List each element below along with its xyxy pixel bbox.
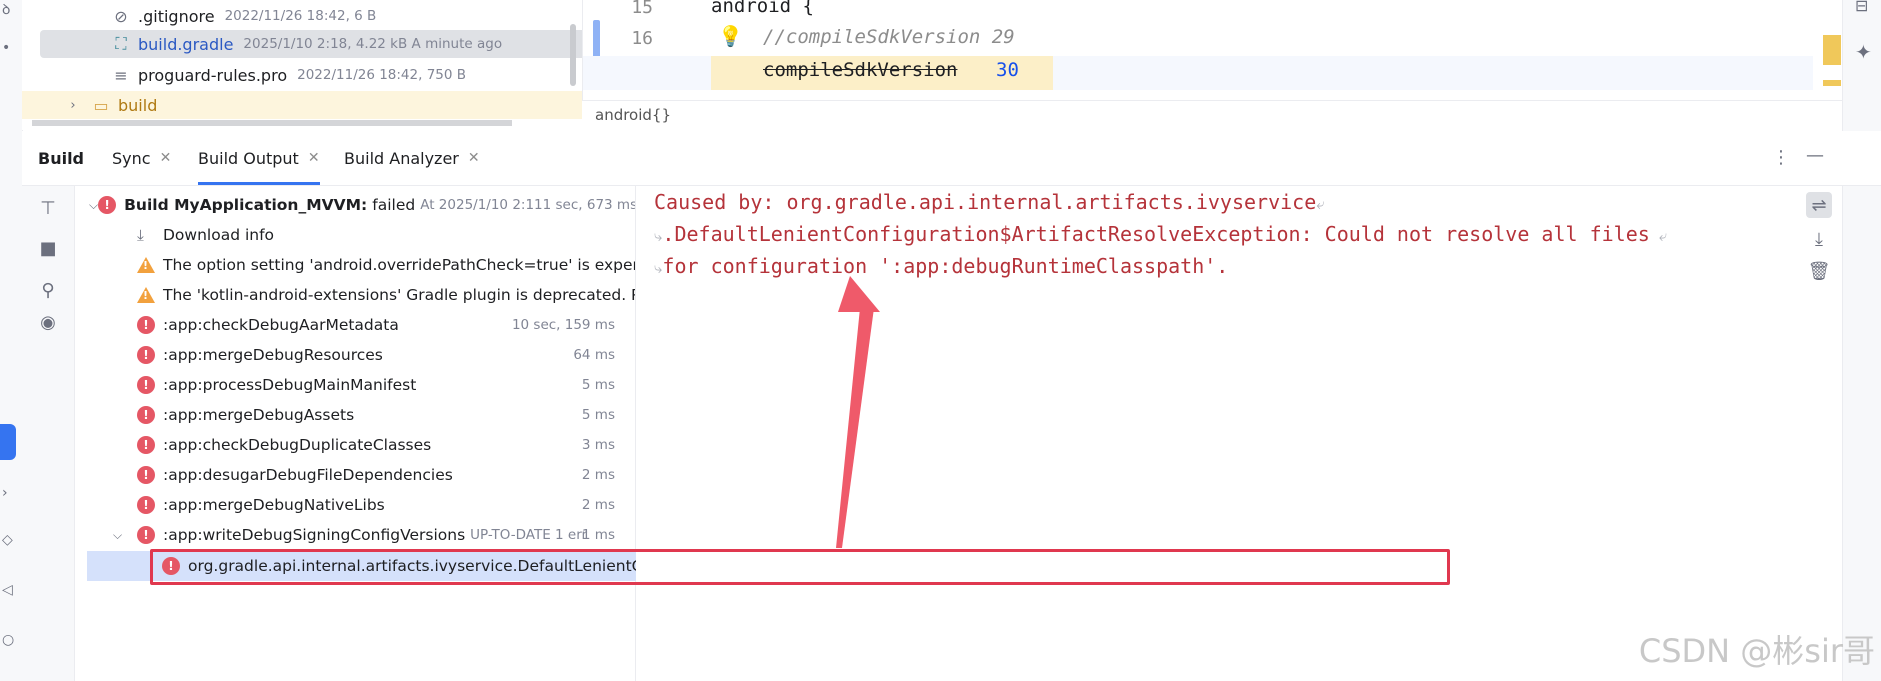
console-line: ⤷for configuration ':app:debugRuntimeCla… bbox=[654, 254, 1229, 278]
watermark: CSDN @彬sir哥 bbox=[1638, 632, 1875, 670]
vertical-scrollbar[interactable] bbox=[570, 24, 576, 86]
build-tool-window-header: Build Sync ✕ Build Output ✕ Build Analyz… bbox=[22, 131, 1881, 186]
task-node[interactable]: ! :app:desugarDebugFileDependencies 2 ms bbox=[137, 460, 635, 490]
tab-sync[interactable]: Sync ✕ bbox=[112, 131, 171, 185]
file-meta: 2025/1/10 2:18, 4.22 kB A minute ago bbox=[243, 36, 503, 52]
tab-build-analyzer[interactable]: Build Analyzer ✕ bbox=[344, 131, 480, 185]
file-name: build.gradle bbox=[138, 34, 234, 54]
task-node[interactable]: ! :app:mergeDebugNativeLibs 2 ms bbox=[137, 490, 635, 520]
error-icon: ! bbox=[137, 316, 155, 334]
task-node[interactable]: ! :app:checkDebugDuplicateClasses 3 ms bbox=[137, 430, 635, 460]
task-node[interactable]: ! :app:checkDebugAarMetadata 10 sec, 159… bbox=[137, 310, 635, 340]
task-node-expanded[interactable]: ⌵ ! :app:writeDebugSigningConfigVersions… bbox=[113, 520, 635, 550]
problems-icon[interactable]: ○ bbox=[2, 632, 14, 648]
console-line: Caused by: org.gradle.api.internal.artif… bbox=[654, 190, 1325, 214]
text-file-icon: ≡ bbox=[114, 65, 128, 85]
breadcrumb-bar: android{} bbox=[582, 100, 1842, 132]
chevron-down-icon[interactable]: ⌵ bbox=[89, 198, 98, 213]
chevron-right-icon[interactable]: › bbox=[62, 94, 84, 116]
scroll-to-end-icon[interactable]: ⤓ bbox=[1806, 226, 1832, 252]
lightbulb-icon[interactable]: 💡 bbox=[718, 24, 743, 48]
file-name: proguard-rules.pro bbox=[138, 65, 288, 85]
tree-file-build-gradle[interactable]: ⛶ build.gradle 2025/1/10 2:18, 4.22 kB A… bbox=[40, 30, 588, 58]
breadcrumb[interactable]: android{} bbox=[595, 106, 671, 124]
right-tool-strip: ⊟ ✦ bbox=[1842, 0, 1881, 681]
tree-file-proguard[interactable]: ≡ proguard-rules.pro 2022/11/26 18:42, 7… bbox=[110, 61, 466, 89]
console-output[interactable]: Caused by: org.gradle.api.internal.artif… bbox=[636, 186, 1796, 681]
minimize-icon[interactable]: — bbox=[1806, 145, 1824, 166]
logcat-icon[interactable]: ◁ bbox=[2, 582, 13, 598]
warning-icon: ! bbox=[137, 287, 155, 303]
console-line: ⤷.DefaultLenientConfiguration$ArtifactRe… bbox=[654, 222, 1668, 246]
close-icon[interactable]: ✕ bbox=[160, 150, 172, 166]
code-comment: //compileSdkVersion 29 bbox=[763, 26, 1015, 48]
tree-file-gitignore[interactable]: ⊘ .gitignore 2022/11/26 18:42, 6 B bbox=[110, 2, 376, 30]
soft-wrap-toggle-icon[interactable]: ⇌ bbox=[1806, 192, 1832, 218]
file-name: .gitignore bbox=[138, 6, 215, 26]
build-window-title: Build bbox=[38, 148, 85, 168]
code-editor[interactable]: 15 16 17 android { 💡 //compileSdkVersion… bbox=[582, 0, 1843, 100]
left-tool-strip: ꝺ • › ◇ ◁ ○ bbox=[0, 0, 23, 681]
warning-icon: ! bbox=[137, 257, 155, 273]
more-options-icon[interactable]: ⋮ bbox=[1772, 147, 1790, 168]
pin-icon[interactable]: ⚲ bbox=[36, 278, 60, 302]
warning-node[interactable]: ! The 'kotlin-android-extensions' Gradle… bbox=[137, 280, 635, 310]
line-number: 15 bbox=[631, 0, 653, 18]
run-icon[interactable]: › bbox=[2, 485, 8, 501]
error-icon: ! bbox=[137, 376, 155, 394]
ai-assistant-icon[interactable]: ✦ bbox=[1855, 40, 1872, 64]
code-deprecated: compileSdkVersion bbox=[763, 59, 958, 81]
eye-icon[interactable]: ◉ bbox=[36, 310, 60, 334]
annotation-box bbox=[150, 549, 1450, 585]
error-icon: ! bbox=[137, 526, 155, 544]
error-icon: ! bbox=[137, 346, 155, 364]
notifications-icon[interactable]: ⊟ bbox=[1855, 0, 1868, 15]
tab-build-output[interactable]: Build Output ✕ bbox=[198, 131, 320, 185]
build-root-node[interactable]: ⌵ ! Build MyApplication_MVVM: failed At … bbox=[89, 190, 635, 220]
hammer-icon[interactable]: ⊤ bbox=[36, 196, 60, 220]
more-dots-icon[interactable]: • bbox=[2, 40, 10, 56]
error-stripe-marker[interactable] bbox=[1823, 35, 1841, 65]
task-node[interactable]: ! :app:processDebugMainManifest 5 ms bbox=[137, 370, 635, 400]
folder-icon: ▭ bbox=[93, 95, 109, 115]
chevron-down-icon[interactable]: ⌵ bbox=[113, 528, 137, 543]
error-icon: ! bbox=[137, 466, 155, 484]
active-tool-indicator[interactable] bbox=[0, 424, 16, 460]
horizontal-scrollbar[interactable] bbox=[32, 120, 512, 126]
project-tree: ⊘ .gitignore 2022/11/26 18:42, 6 B ⛶ bui… bbox=[22, 0, 588, 130]
task-node[interactable]: ! :app:mergeDebugAssets 5 ms bbox=[137, 400, 635, 430]
error-icon: ! bbox=[137, 496, 155, 514]
close-icon[interactable]: ✕ bbox=[468, 150, 480, 166]
file-meta: 2022/11/26 18:42, 750 B bbox=[297, 67, 467, 83]
warning-node[interactable]: ! The option setting 'android.overridePa… bbox=[137, 250, 635, 280]
git-icon[interactable]: ◇ bbox=[2, 532, 13, 548]
file-meta: 2022/11/26 18:42, 6 B bbox=[224, 8, 377, 24]
console-toolbar: ⇌ ⤓ 🗑 bbox=[1796, 186, 1842, 681]
trash-icon[interactable]: 🗑 bbox=[1806, 258, 1832, 284]
error-icon: ! bbox=[137, 436, 155, 454]
error-stripe-marker[interactable] bbox=[1823, 80, 1841, 86]
soft-wrap-icon: ⤶ bbox=[1316, 195, 1325, 213]
close-icon[interactable]: ✕ bbox=[308, 150, 320, 166]
build-panel-toolbar: ⊤ ■ ⚲ ◉ bbox=[22, 186, 75, 681]
tree-folder-build[interactable]: › ▭ build bbox=[22, 91, 582, 119]
error-icon: ! bbox=[98, 196, 117, 214]
download-icon: ⤓ bbox=[137, 225, 144, 244]
error-icon: ! bbox=[137, 406, 155, 424]
gradle-icon: ⛶ bbox=[115, 34, 127, 53]
build-output-tree: ⌵ ! Build MyApplication_MVVM: failed At … bbox=[75, 186, 636, 681]
line-number: 16 bbox=[631, 28, 653, 49]
folder-name: build bbox=[118, 95, 158, 115]
code-line: android { bbox=[711, 0, 814, 17]
task-node[interactable]: ! :app:mergeDebugResources 64 ms bbox=[137, 340, 635, 370]
stop-icon[interactable]: ■ bbox=[36, 236, 60, 260]
download-info-node[interactable]: ⤓ Download info bbox=[137, 220, 274, 250]
soft-wrap-icon: ⤶ bbox=[1649, 227, 1668, 245]
gitignore-icon: ⊘ bbox=[114, 6, 128, 26]
code-number: 30 bbox=[996, 59, 1019, 81]
commit-icon[interactable]: ꝺ bbox=[2, 0, 10, 19]
